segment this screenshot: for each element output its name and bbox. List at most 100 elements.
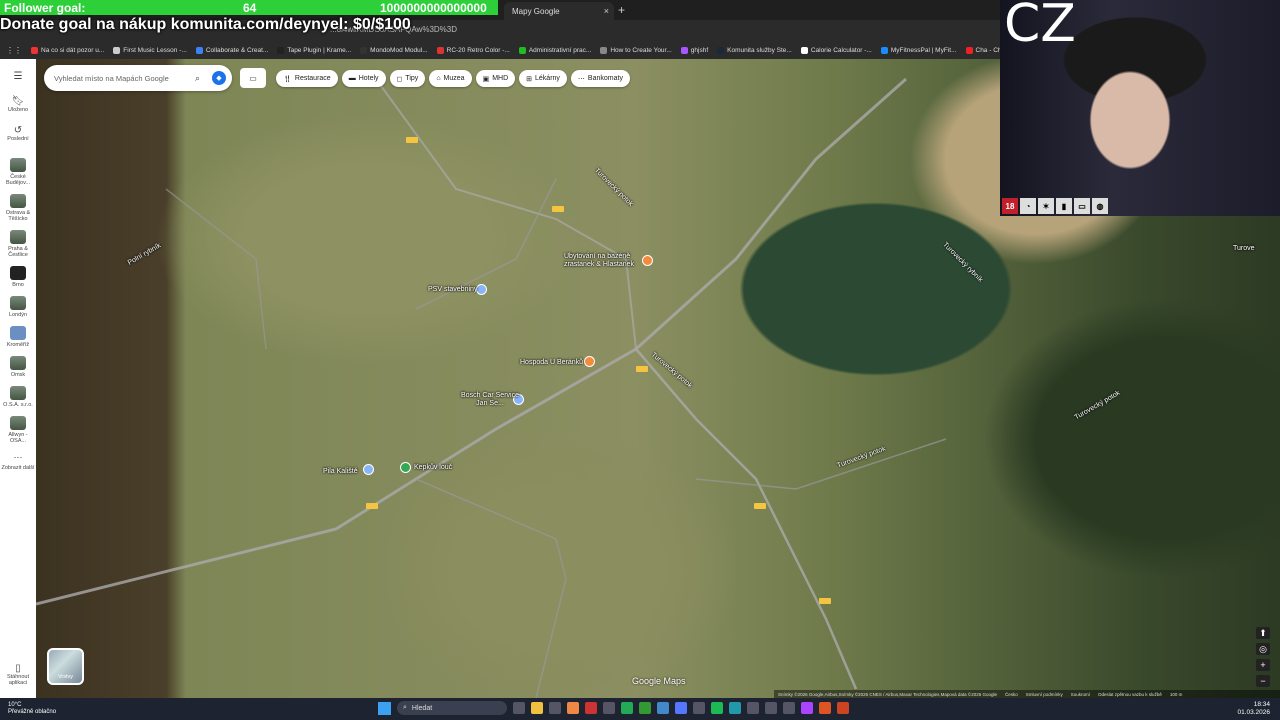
bookmark-item[interactable]: Administrativní prac...: [518, 46, 591, 54]
place-label[interactable]: Hospoda U Beránků: [520, 359, 583, 366]
app-icon[interactable]: [585, 702, 597, 714]
recent-label: Poslední: [7, 136, 29, 142]
app-icon[interactable]: [819, 702, 831, 714]
apps-icon[interactable]: ⋮⋮: [6, 46, 22, 55]
folder-icon[interactable]: [531, 702, 543, 714]
bookmark-item[interactable]: MyFitnessPal | MyFit...: [880, 46, 957, 54]
place-label[interactable]: Ubytování na bazéně zrastanek & Hlastane…: [564, 253, 644, 269]
app-icon[interactable]: [657, 702, 669, 714]
scale-bar: 100 m: [1169, 691, 1183, 697]
recent-place[interactable]: Kroměříž: [1, 326, 35, 348]
compass-icon[interactable]: ⬆: [1256, 627, 1270, 639]
bookmark-item[interactable]: Collaborate & Creat...: [195, 46, 268, 54]
bookmark-item[interactable]: RC-20 Retro Color -...: [436, 46, 510, 54]
recent-place[interactable]: České Budějov...: [1, 158, 35, 186]
directions-icon[interactable]: ◆: [212, 71, 226, 85]
weather-widget[interactable]: 10°C Převážně oblačno: [8, 702, 56, 716]
close-tab-icon[interactable]: ×: [604, 6, 609, 16]
place-label[interactable]: Kepkův louč: [414, 464, 452, 471]
app-icon[interactable]: [801, 702, 813, 714]
bookmark-item[interactable]: Na co si dát pozor u...: [31, 46, 104, 54]
map-type-button[interactable]: ▭: [240, 68, 266, 88]
taskbar-search[interactable]: ⌕ Hledat: [397, 701, 507, 715]
chip-tipy[interactable]: ◻ Tipy: [389, 70, 426, 87]
pharmacy-icon: ⊞: [526, 75, 533, 83]
zoom-out-button[interactable]: −: [1256, 675, 1270, 687]
recent-place[interactable]: Praha & Čestlice: [1, 230, 35, 258]
place-label[interactable]: Pila Kaliště: [323, 468, 358, 475]
recent-place[interactable]: Londýn: [1, 296, 35, 318]
favicon-icon: [31, 46, 38, 54]
bookmark-item[interactable]: How to Create Your...: [600, 46, 672, 54]
zoom-in-button[interactable]: +: [1256, 659, 1270, 671]
restaurant-pin-icon[interactable]: [584, 356, 595, 367]
download-app-button[interactable]: ▯ Stáhnout aplikaci: [0, 663, 36, 686]
favicon-icon: [277, 46, 285, 54]
attrib-link[interactable]: Odeslat zpětnou vazbu k službě: [1098, 692, 1162, 697]
taskbar-apps: ⌕ Hledat: [378, 701, 849, 715]
settings-icon[interactable]: [783, 702, 795, 714]
chip-lekarny[interactable]: ⊞ Lékárny: [519, 70, 567, 87]
app-icon[interactable]: [765, 702, 777, 714]
search-icon[interactable]: ⌕: [195, 73, 200, 84]
chip-mhd[interactable]: ▣ MHD: [475, 70, 516, 87]
app-icon[interactable]: [837, 702, 849, 714]
bookmark-item[interactable]: Tape Plugin | Krame...: [277, 46, 351, 54]
bookmark-item[interactable]: ghjshf: [680, 46, 708, 54]
recent-place[interactable]: Brno: [1, 266, 35, 288]
place-label[interactable]: Bosch Car Service Jan Se...: [460, 392, 520, 408]
app-icon[interactable]: [621, 702, 633, 714]
park-pin-icon[interactable]: [400, 462, 411, 473]
search-input[interactable]: Vyhledat místo na Mapách Google: [54, 74, 169, 83]
place-label[interactable]: PSV stavebniny: [428, 286, 477, 293]
favicon-icon: [195, 46, 203, 54]
attrib-link[interactable]: Soukromí: [1071, 692, 1090, 697]
map-label: Turove: [1233, 245, 1255, 252]
chip-hotely[interactable]: ▬ Hotely: [341, 70, 386, 87]
place-pin-icon[interactable]: [363, 464, 374, 475]
telegram-icon[interactable]: [729, 702, 741, 714]
recent-place[interactable]: O.S.A. s.r.o.: [1, 386, 35, 408]
chip-bankomaty[interactable]: ⋯ Bankomaty: [570, 70, 630, 87]
saved-button[interactable]: 🔖︎ Uloženo: [8, 96, 28, 113]
chip-restaurace[interactable]: 🍴︎ Restaurace: [276, 70, 338, 87]
tab-google-maps[interactable]: Mapy Google ×: [504, 2, 614, 20]
temperature: 10°C: [8, 702, 22, 708]
menu-button[interactable]: ☰: [14, 71, 23, 82]
place-thumbnail: [10, 266, 26, 280]
new-tab-button[interactable]: +: [618, 3, 625, 17]
recent-place[interactable]: Omsk: [1, 356, 35, 378]
app-icon[interactable]: [603, 702, 615, 714]
bookmark-item[interactable]: First Music Lesson -...: [113, 46, 187, 54]
start-icon[interactable]: [378, 701, 391, 715]
attrib-link[interactable]: Česko: [1005, 692, 1018, 697]
xbox-icon[interactable]: [639, 702, 651, 714]
road-number-badge: [819, 598, 831, 604]
spotify-icon[interactable]: [711, 702, 723, 714]
app-icon[interactable]: [693, 702, 705, 714]
app-icon[interactable]: [549, 702, 561, 714]
recent-place[interactable]: Allwyn - OSA...: [1, 416, 35, 444]
search-box[interactable]: Vyhledat místo na Mapách Google ⌕ ◆: [44, 65, 232, 91]
layers-toggle[interactable]: Vrstvy: [47, 648, 84, 685]
tab-title: Mapy Google: [512, 6, 560, 16]
map-attribution: Snímky ©2026 Google,Airbus,Snímky ©2026 …: [774, 690, 1280, 698]
chrome-icon[interactable]: [567, 702, 579, 714]
attrib-link[interactable]: Smluvní podmínky: [1026, 692, 1063, 697]
show-more-button[interactable]: ⋯ Zobrazit další: [1, 452, 35, 471]
chip-muzea[interactable]: ⌂ Muzea: [429, 70, 472, 87]
recent-button[interactable]: ↺ Poslední: [7, 125, 28, 142]
bookmark-item[interactable]: Calorie Calculator -...: [800, 46, 872, 54]
follower-goal-bar: Follower goal: 64 1000000000000000: [0, 0, 498, 15]
favicon-icon: [436, 46, 444, 54]
place-pin-icon[interactable]: [476, 284, 487, 295]
bookmark-item[interactable]: MondoMod Modul...: [360, 46, 428, 54]
bookmark-item[interactable]: Komunita služby Ste...: [717, 46, 792, 54]
task-view-icon[interactable]: [513, 702, 525, 714]
recent-place[interactable]: Ostrava & Těšícko: [1, 194, 35, 222]
place-thumbnail: [10, 356, 26, 370]
clock[interactable]: 18:34 01.03.2026: [1237, 701, 1270, 717]
location-icon[interactable]: ◎: [1256, 643, 1270, 655]
app-icon[interactable]: [747, 702, 759, 714]
discord-icon[interactable]: [675, 702, 687, 714]
